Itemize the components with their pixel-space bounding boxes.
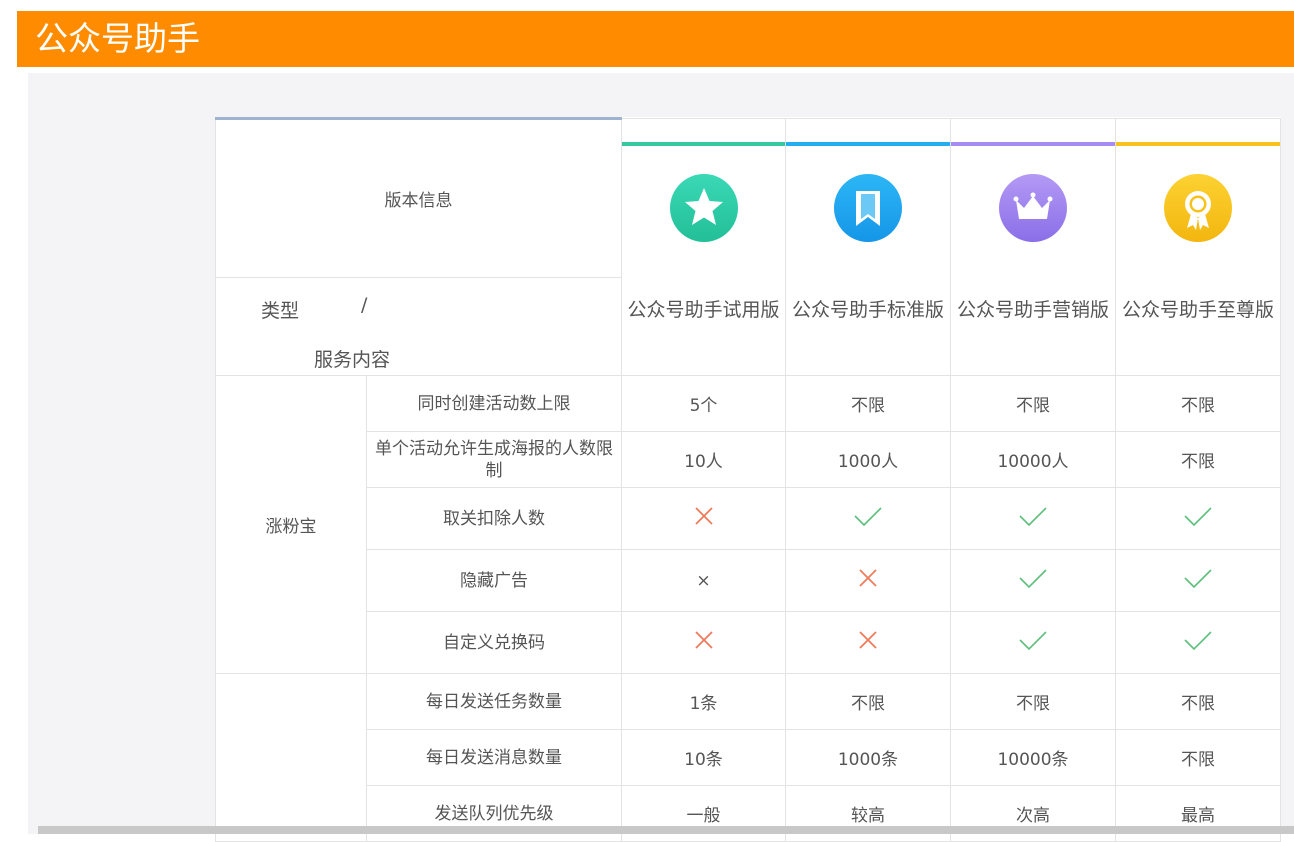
version-trial-column[interactable]: 公众号助手试用版 <box>621 118 786 376</box>
cross-icon <box>621 487 786 550</box>
feature-value: 不限 <box>785 673 951 730</box>
check-icon <box>950 611 1116 674</box>
check-icon <box>950 487 1116 550</box>
table-row: 每日发送任务数量 1条 不限 不限 不限 <box>215 673 1281 842</box>
bookmark-icon <box>834 174 902 242</box>
accent-bar <box>786 142 950 146</box>
feature-value: 不限 <box>950 375 1116 432</box>
version-info-header: 版本信息 <box>215 117 622 278</box>
version-comparison-table: 版本信息 公众号助手试用版 公众号助手标准版 公众号助手营销版 公众号助手至尊版… <box>215 117 1281 842</box>
table-row: 单个活动允许生成海报的人数限制 10人 1000人 10000人 不限 <box>216 431 1281 488</box>
group-label <box>215 673 367 842</box>
feature-value: 5个 <box>621 375 786 432</box>
feature-value: 不限 <box>785 375 951 432</box>
star-icon <box>669 174 738 242</box>
version-supreme-column[interactable]: 公众号助手至尊版 <box>1115 118 1281 376</box>
check-icon <box>1115 549 1281 612</box>
version-standard-column[interactable]: 公众号助手标准版 <box>785 118 951 376</box>
small-cross-text: × <box>621 549 786 612</box>
feature-label: 同时创建活动数上限 <box>366 375 622 432</box>
check-icon <box>1115 611 1281 674</box>
accent-bar <box>951 142 1115 146</box>
feature-label: 单个活动允许生成海报的人数限制 <box>366 431 622 488</box>
app-header: 公众号助手 <box>17 11 1294 67</box>
feature-value: 不限 <box>1115 673 1281 730</box>
cross-icon <box>785 611 951 674</box>
check-icon <box>950 549 1116 612</box>
feature-label: 每日发送消息数量 <box>366 729 622 786</box>
type-service-header: 类型 / 服务内容 <box>215 277 622 376</box>
feature-value: 10人 <box>621 431 786 488</box>
table-row: 自定义兑换码 <box>216 611 1281 674</box>
version-name: 公众号助手试用版 <box>627 299 780 321</box>
slash-divider: / <box>361 294 368 316</box>
table-row: 涨粉宝 同时创建活动数上限 5个 不限 不限 不限 <box>215 375 1281 674</box>
feature-label: 自定义兑换码 <box>366 611 622 674</box>
accent-bar <box>622 142 785 146</box>
version-name: 公众号助手至尊版 <box>1121 299 1274 321</box>
feature-label: 每日发送任务数量 <box>366 673 622 730</box>
cross-icon <box>785 549 951 612</box>
app-title: 公众号助手 <box>35 19 200 58</box>
feature-value: 10条 <box>621 729 786 786</box>
table-row: 隐藏广告 × <box>216 549 1281 612</box>
crown-icon <box>999 174 1067 242</box>
feature-value: 1条 <box>621 673 786 730</box>
feature-value: 不限 <box>1115 431 1281 488</box>
check-icon <box>785 487 951 550</box>
table-row: 取关扣除人数 <box>216 487 1281 550</box>
medal-icon <box>1164 174 1232 242</box>
feature-value: 不限 <box>1115 729 1281 786</box>
accent-bar <box>1116 142 1280 146</box>
feature-value: 不限 <box>1115 375 1281 432</box>
feature-value: 10000人 <box>950 431 1116 488</box>
type-label: 类型 <box>261 300 300 322</box>
service-label: 服务内容 <box>314 349 391 371</box>
feature-label: 隐藏广告 <box>366 549 622 612</box>
version-marketing-column[interactable]: 公众号助手营销版 <box>950 118 1116 376</box>
cross-icon <box>621 611 786 674</box>
feature-value: 1000条 <box>785 729 951 786</box>
feature-value: 1000人 <box>785 431 951 488</box>
horizontal-scrollbar[interactable] <box>38 826 1294 834</box>
feature-label: 取关扣除人数 <box>366 487 622 550</box>
check-icon <box>1115 487 1281 550</box>
table-row: 每日发送消息数量 10条 1000条 10000条 不限 <box>216 729 1281 786</box>
group-label: 涨粉宝 <box>215 375 367 674</box>
feature-value: 不限 <box>950 673 1116 730</box>
feature-value: 10000条 <box>950 729 1116 786</box>
version-name: 公众号助手标准版 <box>791 299 944 321</box>
version-name: 公众号助手营销版 <box>956 299 1109 321</box>
